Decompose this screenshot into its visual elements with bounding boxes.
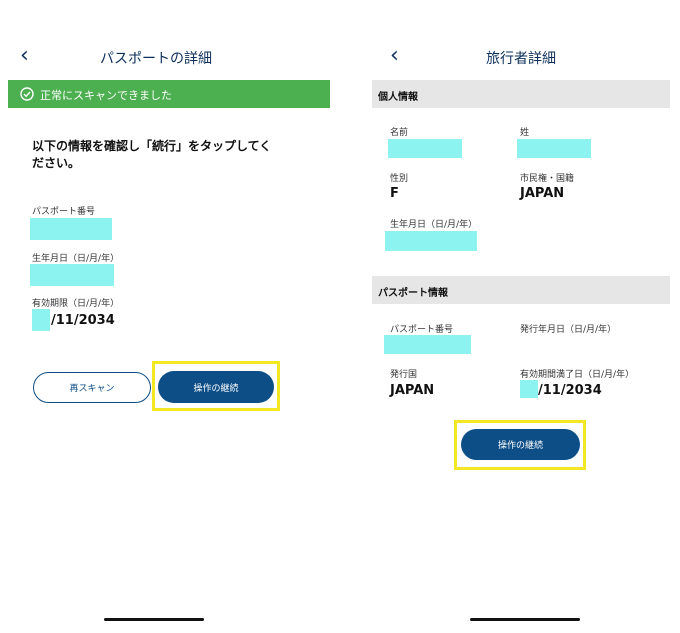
passport-number-redacted (30, 218, 112, 240)
home-indicator (104, 618, 204, 621)
expiry-label: 有効期限（日/月/年） (32, 299, 120, 309)
banner-text: 正常にスキャンできました (40, 89, 172, 102)
personal-info-section: 個人情報 (372, 80, 670, 108)
birth-date-redacted (385, 231, 477, 251)
issuing-country-value: JAPAN (390, 383, 435, 398)
surname-redacted (517, 139, 591, 158)
page-title: 旅行者詳細 (486, 51, 556, 67)
sex-value: F (390, 186, 399, 201)
birth-date-redacted (30, 264, 114, 286)
continue-button[interactable]: 操作の継続 (158, 371, 274, 403)
given-name-label: 名前 (390, 128, 409, 138)
sex-label: 性別 (390, 174, 409, 184)
section-title: パスポート情報 (378, 288, 448, 299)
expiry-day-redacted (32, 309, 50, 331)
chevron-left-icon: ‹ (390, 43, 399, 68)
birth-date-label: 生年月日（日/月/年） (390, 220, 478, 230)
issuing-country-label: 発行国 (390, 370, 418, 380)
section-title: 個人情報 (378, 92, 418, 103)
expiry-value: /11/2034 (51, 313, 115, 328)
expiry-label: 有効期間満了日（日/月/年） (520, 370, 635, 380)
continue-button[interactable]: 操作の継続 (461, 429, 580, 460)
passport-number-label: パスポート番号 (32, 207, 96, 217)
passport-number-label: パスポート番号 (390, 325, 454, 335)
success-banner: 正常にスキャンできました (8, 80, 330, 108)
chevron-left-icon: ‹ (20, 43, 29, 68)
rescan-button[interactable]: 再スキャン (33, 372, 151, 403)
expiry-day-redacted (520, 380, 538, 398)
back-button[interactable]: ‹ (20, 45, 29, 67)
home-indicator (470, 618, 580, 621)
given-name-redacted (388, 139, 462, 158)
instruction-text: 以下の情報を確認し「続行」をタップしてください。 (32, 139, 272, 170)
passport-number-redacted (384, 335, 471, 354)
check-circle-icon (20, 87, 34, 101)
back-button[interactable]: ‹ (390, 45, 399, 67)
issue-date-label: 発行年月日（日/月/年） (520, 325, 617, 335)
citizenship-value: JAPAN (520, 186, 565, 201)
traveler-details-screen: ‹ 旅行者詳細 個人情報 名前 姓 性別 F 市民権・国籍 JAPAN 生年月日… (340, 0, 680, 633)
birth-date-label: 生年月日（日/月/年） (32, 254, 120, 264)
surname-label: 姓 (520, 128, 530, 138)
page-title: パスポートの詳細 (100, 51, 212, 67)
passport-info-section: パスポート情報 (372, 276, 670, 304)
expiry-value: /11/2034 (538, 383, 602, 398)
citizenship-label: 市民権・国籍 (520, 174, 575, 184)
passport-details-screen: ‹ パスポートの詳細 正常にスキャンできました 以下の情報を確認し「続行」をタッ… (0, 0, 340, 633)
